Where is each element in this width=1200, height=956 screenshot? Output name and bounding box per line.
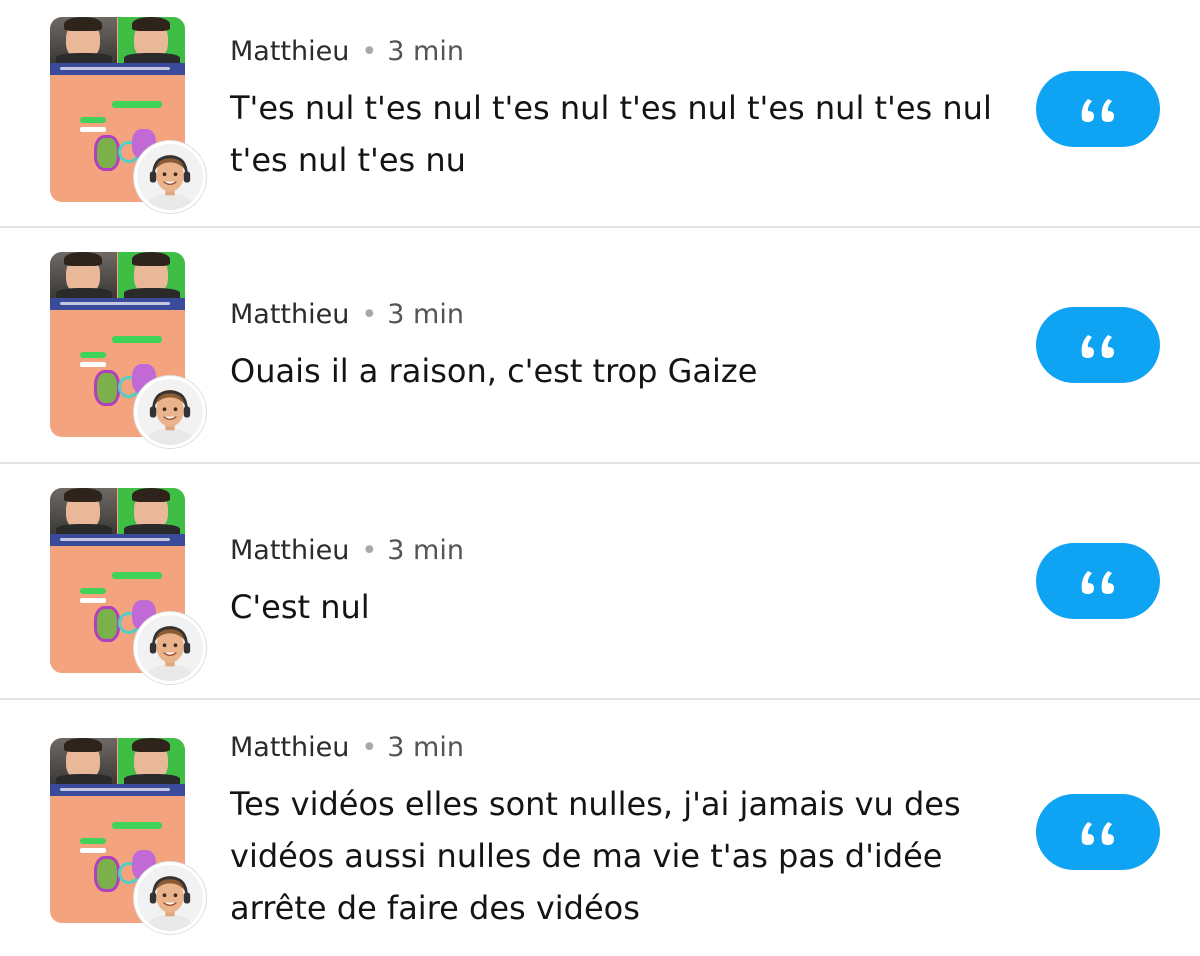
meta-separator: • — [361, 299, 378, 330]
timestamp: 3 min — [387, 535, 464, 566]
reply-text: T'es nul t'es nul t'es nul t'es nul t'es… — [230, 89, 992, 179]
quote-icon — [1036, 71, 1160, 147]
reply-text: C'est nul — [230, 588, 370, 626]
meta-separator: • — [361, 535, 378, 566]
timestamp: 3 min — [387, 299, 464, 330]
reply-meta: Matthieu • 3 min — [230, 533, 464, 569]
reply-list: Matthieu • 3 min T'es nul t'es nul t'es nu… — [0, 0, 1200, 956]
video-thumbnail[interactable] — [50, 252, 206, 448]
meta-separator: • — [361, 36, 378, 67]
reply-row[interactable]: Matthieu • 3 min Tes vidéos elles sont nul… — [0, 700, 1200, 956]
quote-button[interactable] — [1036, 71, 1160, 147]
timestamp: 3 min — [387, 732, 464, 763]
bitmoji-avatar-icon[interactable] — [134, 862, 206, 934]
meta-separator: • — [361, 732, 378, 763]
author-name[interactable]: Matthieu — [230, 535, 349, 566]
video-thumbnail[interactable] — [50, 738, 206, 934]
video-thumbnail[interactable] — [50, 488, 206, 684]
quote-icon — [1036, 794, 1160, 870]
quote-button[interactable] — [1036, 543, 1160, 619]
reply-meta: Matthieu • 3 min — [230, 297, 464, 333]
author-name[interactable]: Matthieu — [230, 732, 349, 763]
quote-icon — [1036, 543, 1160, 619]
reply-row[interactable]: Matthieu • 3 min Ouais il a raison, c'est … — [0, 228, 1200, 462]
reply-row[interactable]: Matthieu • 3 min C'est nul — [0, 464, 1200, 698]
reply-text: Ouais il a raison, c'est trop Gaize — [230, 352, 758, 390]
quote-button[interactable] — [1036, 307, 1160, 383]
reply-meta: Matthieu • 3 min — [230, 34, 464, 70]
bitmoji-avatar-icon[interactable] — [134, 376, 206, 448]
reply-text: Tes vidéos elles sont nulles, j'ai jamai… — [230, 785, 961, 927]
author-name[interactable]: Matthieu — [230, 36, 349, 67]
bitmoji-avatar-icon[interactable] — [134, 141, 206, 213]
bitmoji-avatar-icon[interactable] — [134, 612, 206, 684]
author-name[interactable]: Matthieu — [230, 299, 349, 330]
timestamp: 3 min — [387, 36, 464, 67]
video-thumbnail[interactable] — [50, 17, 206, 213]
quote-icon — [1036, 307, 1160, 383]
quote-button[interactable] — [1036, 794, 1160, 870]
reply-row[interactable]: Matthieu • 3 min T'es nul t'es nul t'es nu… — [0, 0, 1200, 226]
reply-meta: Matthieu • 3 min — [230, 730, 464, 766]
